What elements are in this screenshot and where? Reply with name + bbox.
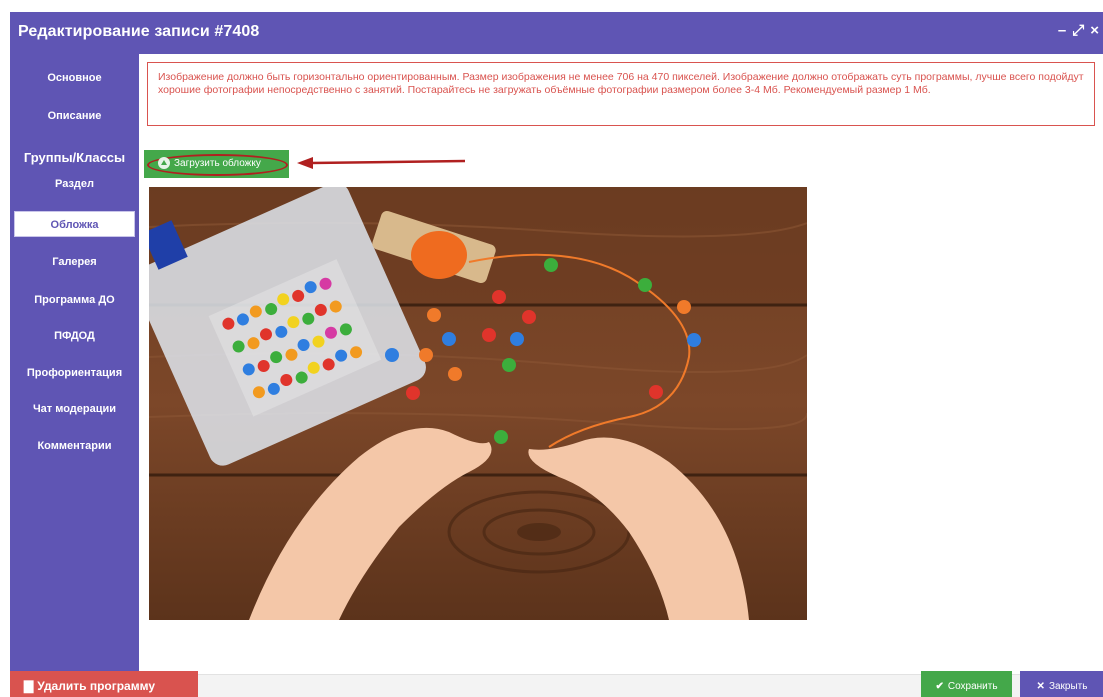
delete-program-label: Удалить программу — [37, 679, 156, 693]
sidebar-item-moderation-chat[interactable]: Чат модерации — [10, 403, 139, 415]
save-button[interactable]: ✔ Сохранить — [921, 671, 1012, 697]
sidebar-item-pfdod[interactable]: ПФДОД — [10, 330, 139, 342]
check-icon: ✔ — [935, 680, 944, 692]
window-footer: ▇ Удалить программу ✔ Сохранить ✕ Закрыть — [10, 671, 1103, 697]
window-titlebar: Редактирование записи #7408 – ⤢ × — [10, 12, 1103, 54]
sidebar-item-proforientation[interactable]: Профориентация — [10, 367, 139, 379]
save-label: Сохранить — [947, 680, 998, 692]
image-requirements-alert: Изображение должно быть горизонтально ор… — [147, 62, 1095, 126]
sidebar-item-gallery[interactable]: Галерея — [10, 256, 139, 268]
sidebar-item-osnovnoe[interactable]: Основное — [10, 72, 139, 84]
window-title: Редактирование записи #7408 — [18, 23, 260, 40]
delete-program-button[interactable]: ▇ Удалить программу — [10, 671, 198, 697]
sidebar-item-opisanie[interactable]: Описание — [10, 110, 139, 122]
cover-image — [149, 187, 807, 620]
maximize-icon[interactable]: ⤢ — [1072, 22, 1084, 40]
cover-photo-beads — [149, 187, 807, 620]
sidebar-item-comments[interactable]: Комментарии — [10, 440, 139, 452]
close-label: Закрыть — [1048, 680, 1088, 692]
window-controls: – ⤢ × — [1058, 22, 1099, 40]
upload-cover-button[interactable]: Загрузить обложку — [144, 150, 289, 178]
pointer-arrow-icon — [297, 157, 466, 169]
cover-tab-content: Изображение должно быть горизонтально ор… — [139, 54, 1103, 674]
minimize-icon[interactable]: – — [1058, 22, 1066, 40]
edit-record-window: Редактирование записи #7408 – ⤢ × Основн… — [10, 12, 1103, 697]
sidebar-item-groups[interactable]: Группы/Классы — [10, 150, 139, 165]
sidebar-item-program-do[interactable]: Программа ДО — [10, 294, 139, 306]
trash-icon: ▇ — [24, 679, 34, 693]
upload-cover-label: Загрузить обложку — [174, 157, 261, 169]
upload-icon — [158, 157, 170, 169]
sidebar-item-cover[interactable]: Обложка — [14, 211, 135, 237]
close-x-icon: ✕ — [1036, 680, 1045, 692]
sidebar-nav: Основное Описание Группы/Классы Раздел О… — [10, 54, 139, 674]
close-icon[interactable]: × — [1090, 22, 1099, 40]
sidebar-item-razdel[interactable]: Раздел — [10, 178, 139, 190]
close-button[interactable]: ✕ Закрыть — [1020, 671, 1103, 697]
